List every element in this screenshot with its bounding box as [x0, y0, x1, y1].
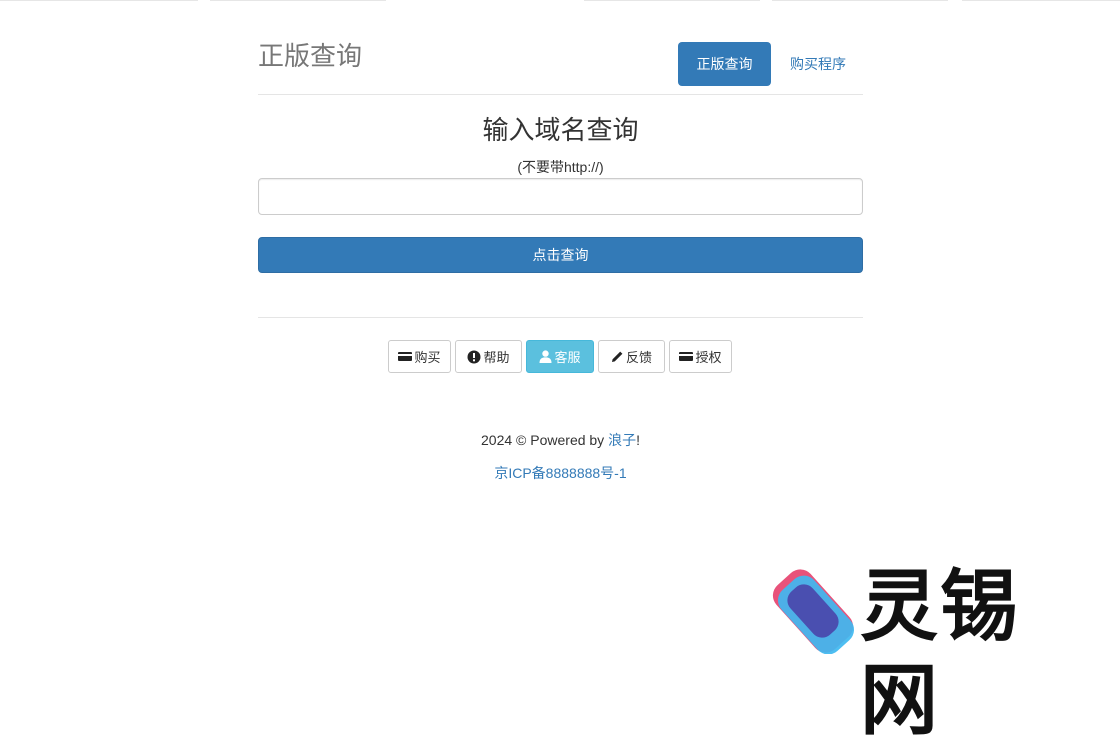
page-title: 正版查询 — [258, 41, 363, 71]
author-link[interactable]: 浪子 — [608, 432, 636, 448]
icp-link[interactable]: 京ICP备8888888号-1 — [494, 465, 626, 481]
pencil-icon — [611, 350, 624, 363]
nav-buy-program[interactable]: 购买程序 — [773, 42, 863, 86]
credit-card-icon — [398, 351, 413, 362]
help-button-label: 帮助 — [483, 350, 510, 365]
footer-copyright: 2024 © Powered by 浪子! — [258, 430, 863, 450]
footer-icp: 京ICP备8888888号-1 — [258, 463, 863, 483]
credit-card-icon — [679, 351, 694, 362]
query-button[interactable]: 点击查询 — [258, 237, 863, 273]
exclamation-circle-icon — [467, 350, 481, 364]
page-header: 正版查询 正版查询 购买程序 — [258, 0, 863, 95]
license-button-label: 授权 — [695, 350, 722, 365]
user-icon — [539, 350, 552, 363]
query-title: 输入域名查询 — [482, 115, 639, 145]
action-button-group: 购买 帮助 客服 反馈 授权 — [388, 340, 736, 373]
feedback-button[interactable]: 反馈 — [598, 340, 665, 373]
license-button[interactable]: 授权 — [669, 340, 732, 373]
buy-button[interactable]: 购买 — [388, 340, 451, 373]
support-button[interactable]: 客服 — [526, 340, 594, 373]
footer-prefix: 2024 © Powered by — [481, 432, 609, 448]
header-nav: 正版查询 购买程序 — [678, 42, 863, 86]
domain-input[interactable] — [258, 178, 863, 215]
footer-suffix: ! — [636, 432, 640, 448]
feedback-button-label: 反馈 — [625, 350, 652, 365]
help-button[interactable]: 帮助 — [455, 340, 522, 373]
query-hint: (不要带http://) — [517, 159, 604, 175]
support-button-label: 客服 — [554, 350, 581, 365]
divider — [258, 317, 863, 318]
watermark-logo-icon — [772, 569, 855, 654]
watermark-text: 灵锡网 — [860, 562, 1021, 746]
buy-button-label: 购买 — [414, 350, 441, 365]
nav-genuine-query[interactable]: 正版查询 — [678, 42, 771, 86]
watermark-logo: 灵锡网 — [770, 560, 1090, 746]
main-container: 正版查询 正版查询 购买程序 输入域名查询 (不要带http://) 点击查询 … — [258, 0, 863, 481]
